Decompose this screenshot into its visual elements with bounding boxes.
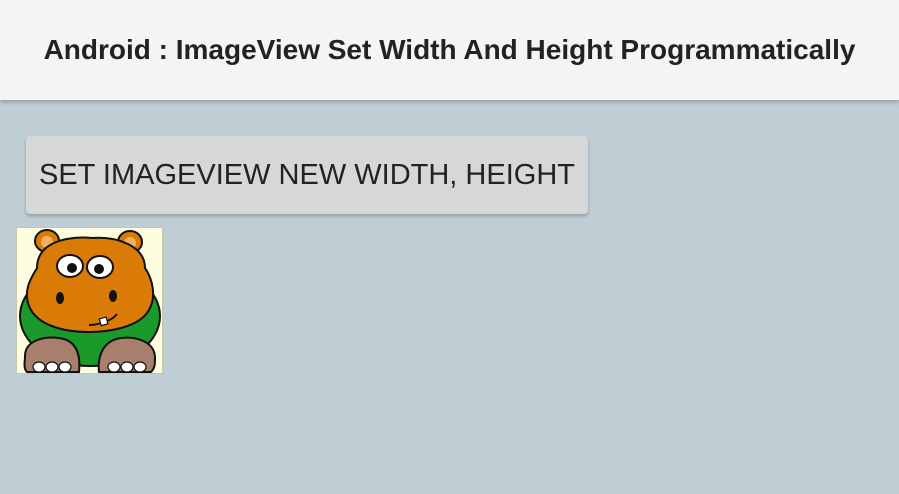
set-imageview-size-button[interactable]: SET IMAGEVIEW NEW WIDTH, HEIGHT (26, 136, 588, 214)
hippo-left-nostril (56, 292, 64, 304)
main-content: SET IMAGEVIEW NEW WIDTH, HEIGHT (0, 100, 899, 494)
hippo-head (25, 236, 155, 334)
hippo-right-pupil (94, 264, 104, 274)
hippo-left-pupil (67, 263, 77, 273)
app-title: Android : ImageView Set Width And Height… (43, 34, 856, 65)
hippo-tooth (98, 316, 109, 327)
hippo-cartoon-image (19, 229, 161, 373)
app-bar: Android : ImageView Set Width And Height… (0, 0, 899, 100)
hippo-right-nostril (109, 290, 117, 302)
image-view (16, 227, 163, 374)
